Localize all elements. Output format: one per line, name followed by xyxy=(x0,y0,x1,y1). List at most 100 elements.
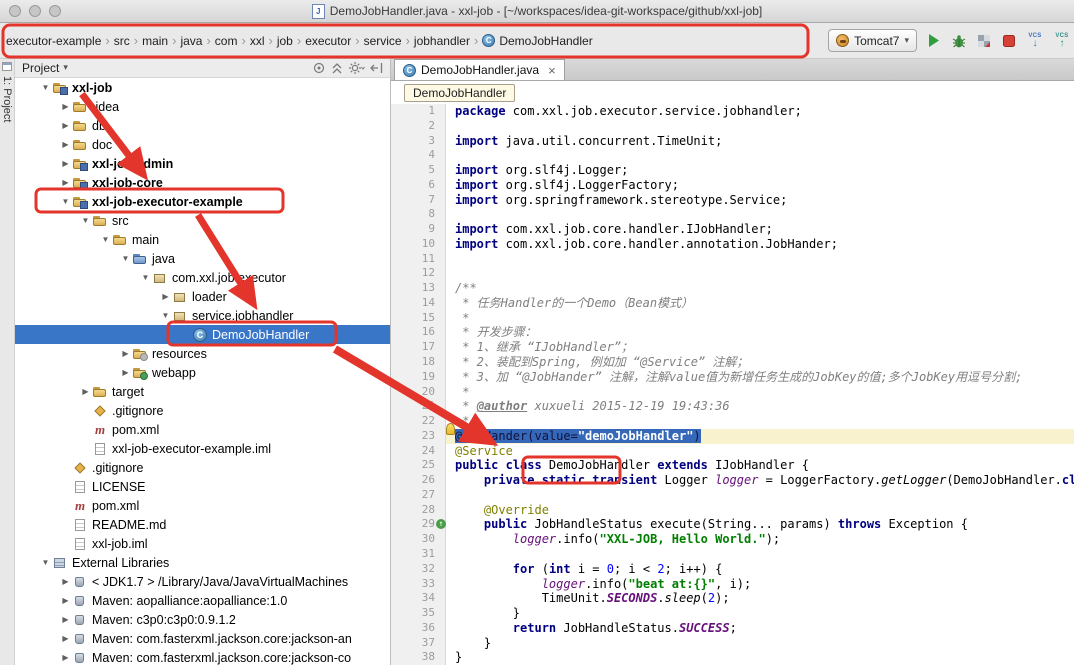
code-text[interactable] xyxy=(446,207,1074,222)
line-number[interactable]: 4 xyxy=(391,148,446,163)
tree-item-Maven: c3p0:c3p0:0.9.1.2[interactable]: ▶Maven: c3p0:c3p0:0.9.1.2 xyxy=(15,610,390,629)
project-tool-button[interactable]: 1: Project xyxy=(1,76,13,122)
tree-expand-icon[interactable]: ▼ xyxy=(39,83,52,92)
code-text[interactable]: } xyxy=(446,606,1074,621)
code-text[interactable]: import org.slf4j.Logger; xyxy=(446,163,1074,178)
tree-item-doc[interactable]: ▶doc xyxy=(15,135,390,154)
debug-button[interactable] xyxy=(951,33,967,49)
code-text[interactable] xyxy=(446,547,1074,562)
line-number[interactable]: 2 xyxy=(391,119,446,134)
line-number[interactable]: 7 xyxy=(391,193,446,208)
breadcrumb-item-executor[interactable]: executor xyxy=(302,32,354,50)
code-text[interactable]: * 1、继承 “IJobHandler”； xyxy=(446,340,1074,355)
tree-item-README.md[interactable]: README.md xyxy=(15,515,390,534)
tree-expand-icon[interactable]: ▶ xyxy=(59,634,72,643)
line-number[interactable]: 30 xyxy=(391,532,446,547)
code-text[interactable]: public class DemoJobHandler extends IJob… xyxy=(446,458,1074,473)
tree-expand-icon[interactable]: ▶ xyxy=(59,615,72,624)
vcs-commit-button[interactable]: VCS ↑ xyxy=(1053,33,1071,49)
code-text[interactable]: for (int i = 0; i < 2; i++) { xyxy=(446,562,1074,577)
tree-expand-icon[interactable]: ▼ xyxy=(59,197,72,206)
code-text[interactable]: @Service xyxy=(446,444,1074,459)
tree-item-db[interactable]: ▶db xyxy=(15,116,390,135)
code-text[interactable]: package com.xxl.job.executor.service.job… xyxy=(446,104,1074,119)
tree-item-xxl-job-admin[interactable]: ▶xxl-job-admin xyxy=(15,154,390,173)
code-text[interactable] xyxy=(446,148,1074,163)
tree-expand-icon[interactable]: ▶ xyxy=(59,178,72,187)
line-number[interactable]: 36 xyxy=(391,621,446,636)
tree-expand-icon[interactable]: ▶ xyxy=(59,596,72,605)
code-text[interactable]: logger.info("beat at:{}", i); xyxy=(446,577,1074,592)
code-text[interactable]: * @author xuxueli 2015-12-19 19:43:36 xyxy=(446,399,1074,414)
line-number[interactable]: 11 xyxy=(391,252,446,267)
tree-item-java[interactable]: ▼java xyxy=(15,249,390,268)
tree-expand-icon[interactable]: ▶ xyxy=(59,121,72,130)
line-number[interactable]: 5 xyxy=(391,163,446,178)
line-number[interactable]: 6 xyxy=(391,178,446,193)
tree-item-loader[interactable]: ▶loader xyxy=(15,287,390,306)
view-dropdown-caret-icon[interactable]: ▾ xyxy=(63,62,68,73)
code-text[interactable]: import org.springframework.stereotype.Se… xyxy=(446,193,1074,208)
tree-expand-icon[interactable]: ▼ xyxy=(99,235,112,244)
code-text[interactable]: import com.xxl.job.core.handler.IJobHand… xyxy=(446,222,1074,237)
breadcrumb-item-jobhandler[interactable]: jobhandler xyxy=(411,32,473,50)
line-number[interactable]: 35 xyxy=(391,606,446,621)
code-text[interactable]: } xyxy=(446,636,1074,651)
tree-item-LICENSE[interactable]: LICENSE xyxy=(15,477,390,496)
code-text[interactable]: return JobHandleStatus.SUCCESS; xyxy=(446,621,1074,636)
coverage-button[interactable] xyxy=(976,33,992,49)
tree-item-target[interactable]: ▶target xyxy=(15,382,390,401)
line-number[interactable]: 21 xyxy=(391,399,446,414)
breadcrumb-item-java[interactable]: java xyxy=(177,32,205,50)
stop-button[interactable] xyxy=(1001,33,1017,49)
run-config-select[interactable]: Tomcat7 ▾ xyxy=(828,29,917,52)
gear-icon[interactable] xyxy=(348,61,365,75)
code-text[interactable]: * 任务Handler的一个Demo（Bean模式） xyxy=(446,296,1074,311)
line-number[interactable]: 13 xyxy=(391,281,446,296)
tree-item-webapp[interactable]: ▶webapp xyxy=(15,363,390,382)
line-number[interactable]: 3 xyxy=(391,134,446,149)
tree-item-Maven: com.fasterxml.jackson.core:jackson-an[interactable]: ▶Maven: com.fasterxml.jackson.core:jacks… xyxy=(15,629,390,648)
tree-expand-icon[interactable]: ▶ xyxy=(59,577,72,586)
tree-item-.idea[interactable]: ▶.idea xyxy=(15,97,390,116)
line-number[interactable]: 16 xyxy=(391,325,446,340)
breadcrumb-item-main[interactable]: main xyxy=(139,32,171,50)
code-text[interactable]: import com.xxl.job.core.handler.annotati… xyxy=(446,237,1074,252)
tree-expand-icon[interactable]: ▶ xyxy=(59,102,72,111)
tree-item-pom.xml[interactable]: mpom.xml xyxy=(15,496,390,515)
line-number[interactable]: 20 xyxy=(391,385,446,400)
tab-demojobhandler[interactable]: C DemoJobHandler.java × xyxy=(394,59,565,80)
tree-expand-icon[interactable]: ▼ xyxy=(159,311,172,320)
code-text[interactable]: * xyxy=(446,385,1074,400)
tree-item-com.xxl.job.executor[interactable]: ▼com.xxl.job.executor xyxy=(15,268,390,287)
tree-item-.gitignore[interactable]: .gitignore xyxy=(15,458,390,477)
tree-expand-icon[interactable]: ▼ xyxy=(139,273,152,282)
breadcrumb-item-src[interactable]: src xyxy=(111,32,133,50)
tree-expand-icon[interactable]: ▶ xyxy=(59,653,72,662)
line-number[interactable]: 19 xyxy=(391,370,446,385)
tree-item-resources[interactable]: ▶resources xyxy=(15,344,390,363)
line-number[interactable]: 37 xyxy=(391,636,446,651)
tree-item-src[interactable]: ▼src xyxy=(15,211,390,230)
tree-expand-icon[interactable]: ▶ xyxy=(59,140,72,149)
code-text[interactable]: * xyxy=(446,311,1074,326)
breadcrumb-item-job[interactable]: job xyxy=(274,32,296,50)
line-number[interactable]: 17 xyxy=(391,340,446,355)
tree-item-xxl-job[interactable]: ▼xxl-job xyxy=(15,78,390,97)
tree-item-xxl-job-core[interactable]: ▶xxl-job-core xyxy=(15,173,390,192)
code-text[interactable]: @JobHander(value="demoJobHandler") xyxy=(446,429,1074,444)
code-text[interactable]: */ xyxy=(446,414,1074,429)
tree-expand-icon[interactable]: ▶ xyxy=(79,387,92,396)
code-text[interactable]: } xyxy=(446,650,1074,665)
code-text[interactable]: * 2、装配到Spring, 例如加 “@Service” 注解； xyxy=(446,355,1074,370)
breadcrumb-item-xxl[interactable]: xxl xyxy=(247,32,268,50)
tree-item-DemoJobHandler[interactable]: CDemoJobHandler xyxy=(15,325,390,344)
intention-bulb-icon[interactable] xyxy=(446,423,455,435)
tree-item-.gitignore[interactable]: .gitignore xyxy=(15,401,390,420)
line-number[interactable]: 26 xyxy=(391,473,446,488)
tree-expand-icon[interactable]: ▶ xyxy=(59,159,72,168)
line-number[interactable]: 22 xyxy=(391,414,446,429)
tree-expand-icon[interactable]: ▶ xyxy=(159,292,172,301)
code-text[interactable] xyxy=(446,119,1074,134)
tree-item-pom.xml[interactable]: mpom.xml xyxy=(15,420,390,439)
